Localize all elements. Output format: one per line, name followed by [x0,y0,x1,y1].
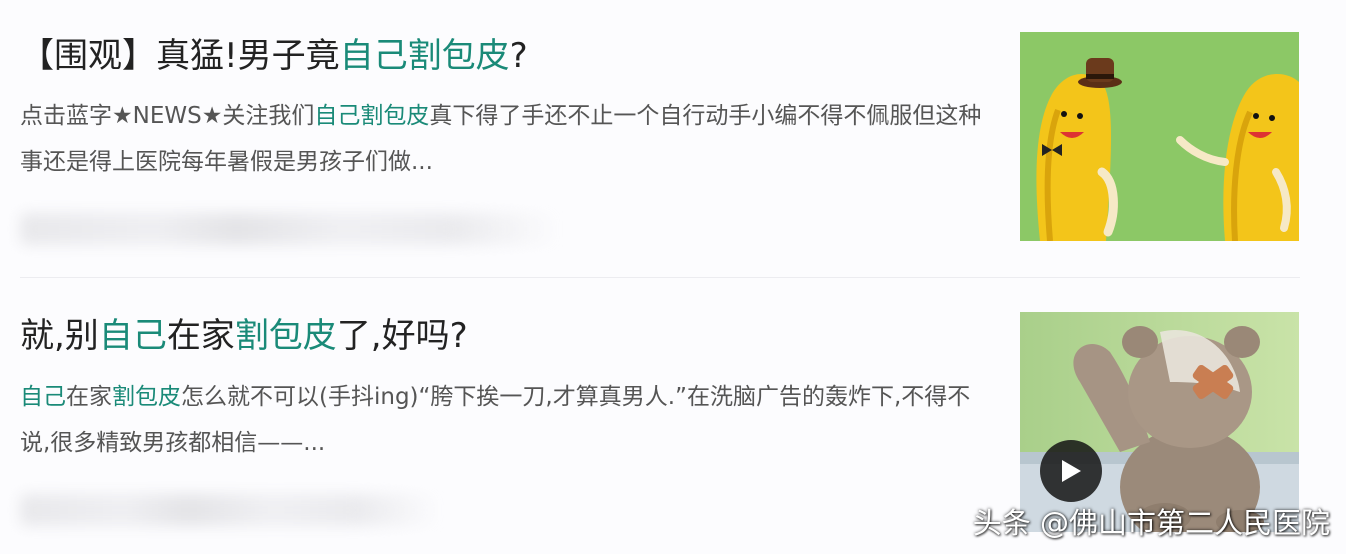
search-results-panel: 【围观】真猛!男子竟自己割包皮? 点击蓝字★NEWS★关注我们自己割包皮真下得了… [0,0,1346,554]
play-button[interactable] [1040,440,1102,502]
result-title[interactable]: 【围观】真猛!男子竟自己割包皮? [20,34,528,78]
play-icon [1062,460,1081,482]
result-snippet: 自己在家割包皮怎么就不可以(手抖ing)“胯下挨一刀,才算真男人.”在洗脑广告的… [20,384,971,456]
result-title[interactable]: 就,别自己在家割包皮了,好吗? [20,314,468,358]
result-source-blurred [20,494,440,526]
search-result-1[interactable]: 【围观】真猛!男子竟自己割包皮? 点击蓝字★NEWS★关注我们自己割包皮真下得了… [0,0,1346,277]
watermark-text: 头条 @佛山市第二人民医院 [972,506,1330,540]
result-video-thumbnail[interactable] [1020,312,1299,532]
result-source-blurred [20,213,560,245]
result-snippet: 点击蓝字★NEWS★关注我们自己割包皮真下得了手还不止一个自行动手小编不得不佩服… [20,103,982,175]
banana-cartoon-image [1020,32,1299,241]
result-thumbnail[interactable] [1020,32,1299,241]
